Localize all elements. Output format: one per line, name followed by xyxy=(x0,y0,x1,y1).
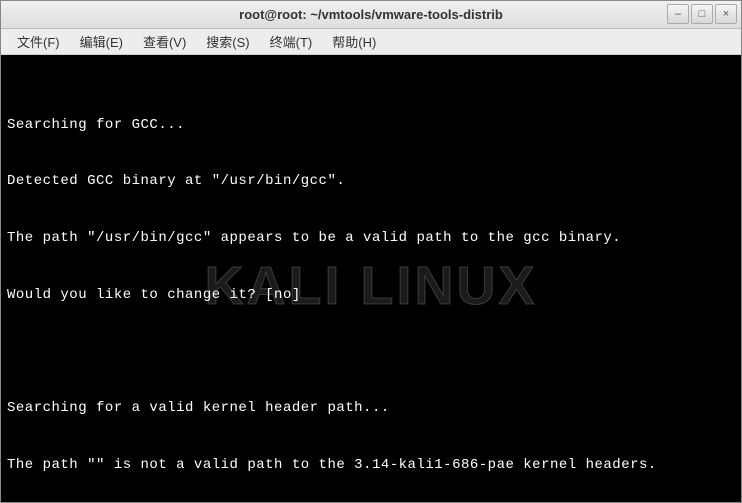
close-button[interactable]: × xyxy=(715,4,737,24)
minimize-button[interactable]: – xyxy=(667,4,689,24)
app-window: root@root: ~/vmtools/vmware-tools-distri… xyxy=(0,0,742,503)
menubar: 文件(F) 编辑(E) 查看(V) 搜索(S) 终端(T) 帮助(H) xyxy=(1,29,741,55)
terminal-line: Searching for GCC... xyxy=(7,116,735,135)
menu-file[interactable]: 文件(F) xyxy=(7,29,70,54)
terminal-line: The path "" is not a valid path to the 3… xyxy=(7,456,735,475)
terminal-line xyxy=(7,342,735,361)
titlebar: root@root: ~/vmtools/vmware-tools-distri… xyxy=(1,1,741,29)
menu-terminal[interactable]: 终端(T) xyxy=(260,29,323,54)
menu-edit[interactable]: 编辑(E) xyxy=(70,29,133,54)
window-controls: – □ × xyxy=(667,4,737,24)
terminal-area[interactable]: KALI LINUX Searching for GCC... Detected… xyxy=(1,55,741,502)
terminal-line: Would you like to change it? [no] xyxy=(7,286,735,305)
terminal-line: Searching for a valid kernel header path… xyxy=(7,399,735,418)
maximize-button[interactable]: □ xyxy=(691,4,713,24)
menu-search[interactable]: 搜索(S) xyxy=(196,29,259,54)
window-title: root@root: ~/vmtools/vmware-tools-distri… xyxy=(239,7,503,22)
terminal-line: Detected GCC binary at "/usr/bin/gcc". xyxy=(7,172,735,191)
menu-help[interactable]: 帮助(H) xyxy=(322,29,386,54)
menu-view[interactable]: 查看(V) xyxy=(133,29,196,54)
terminal-line: The path "/usr/bin/gcc" appears to be a … xyxy=(7,229,735,248)
